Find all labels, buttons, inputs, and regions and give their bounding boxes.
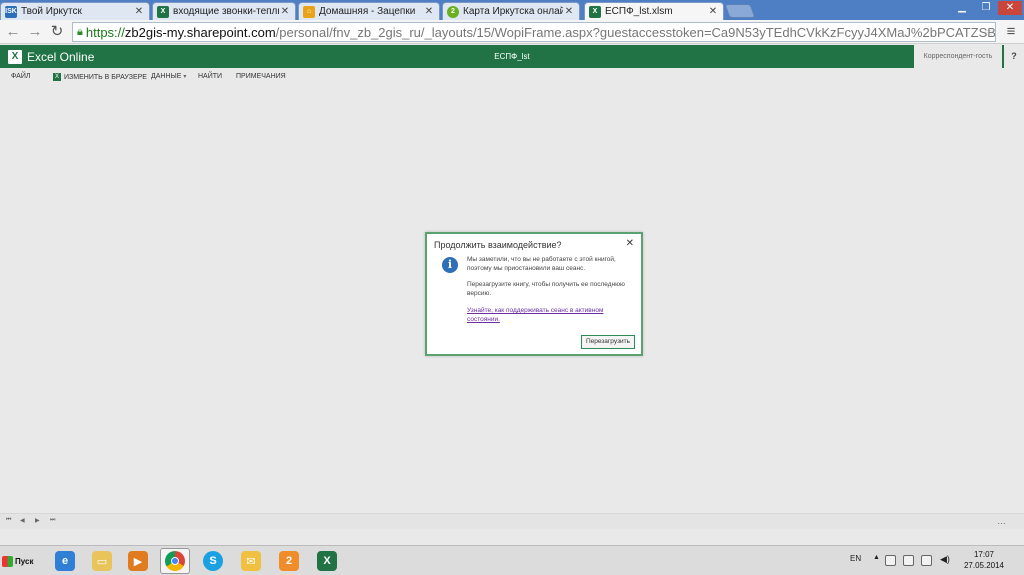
forward-arrow-icon[interactable]: →: [26, 23, 44, 41]
lock-icon: 🔒︎: [77, 25, 83, 38]
start-button[interactable]: Пуск: [2, 550, 42, 572]
window-close-icon[interactable]: ✕: [998, 1, 1022, 15]
tab-espf-xlsm[interactable]: X ЕСПФ_lst.xlsm ✕: [584, 2, 724, 20]
tab-close-icon[interactable]: ✕: [707, 6, 719, 17]
user-account[interactable]: Корреспондент-гость: [914, 45, 1002, 68]
taskbar-media-player[interactable]: ▶: [123, 548, 153, 574]
taskbar-outlook[interactable]: ✉: [236, 548, 266, 574]
menu-comments-label: ПРИМЕЧАНИЯ: [236, 73, 286, 80]
folder-icon: ▭: [92, 551, 112, 571]
dialog-title: Продолжить взаимодействие?: [434, 240, 562, 250]
tab-close-icon[interactable]: ✕: [279, 6, 291, 17]
minimize-icon[interactable]: ▁: [950, 1, 974, 15]
back-arrow-icon[interactable]: ←: [4, 23, 22, 41]
excel-icon: X: [317, 551, 337, 571]
tab-label: Карта Иркутска онлайн: у: [463, 6, 563, 17]
show-hidden-icons-icon[interactable]: ▲: [873, 554, 880, 561]
media-player-icon: ▶: [128, 551, 148, 571]
maximize-icon[interactable]: ❐: [974, 1, 998, 15]
internet-explorer-icon: e: [55, 551, 75, 571]
clock-time: 17:07: [973, 550, 995, 559]
system-clock[interactable]: 17:07 27.05.2014: [960, 549, 1008, 571]
menu-edit-in-browser[interactable]: X ИЗМЕНИТЬ В БРАУЗЕРЕ: [53, 73, 147, 81]
clock-date: 27.05.2014: [963, 561, 1005, 570]
browser-tab-strip: ISK Твой Иркутск ✕ X входящие звонки-теп…: [0, 0, 1024, 20]
dialog-message-paused: Мы заметили, что вы не работаете с этой …: [467, 256, 616, 272]
tab-favicon-icon: ISK: [5, 5, 17, 18]
taskbar-skype[interactable]: S: [198, 548, 228, 574]
new-tab-button[interactable]: [724, 4, 756, 18]
keep-session-active-link[interactable]: Узнайте, как поддерживать сеанс в активн…: [467, 307, 627, 324]
menu-edit-label: ИЗМЕНИТЬ В БРАУЗЕРЕ: [64, 73, 147, 81]
session-timeout-dialog: Продолжить взаимодействие? ✕ i Мы замети…: [425, 232, 643, 356]
2gis-favicon-icon: 2: [447, 5, 459, 18]
prev-sheet-icon[interactable]: ◀: [20, 517, 25, 524]
taskbar-2gis[interactable]: 2: [274, 548, 304, 574]
reload-icon[interactable]: ↻: [48, 23, 66, 41]
menu-find[interactable]: НАЙТИ: [198, 73, 222, 80]
tab-close-icon[interactable]: ✕: [563, 6, 575, 17]
dialog-close-icon[interactable]: ✕: [626, 238, 634, 249]
taskbar-ie[interactable]: e: [50, 548, 80, 574]
tab-label: Твой Иркутск: [21, 6, 82, 17]
reload-button[interactable]: Перезагрузить: [581, 335, 635, 349]
document-title: ЕСПФ_lst: [494, 52, 530, 61]
windows-taskbar: Пуск e ▭ ▶ S ✉ 2 X EN ▲ ◀) 17:07 27.05.2…: [0, 545, 1024, 575]
tab-close-icon[interactable]: ✕: [423, 6, 435, 17]
skype-icon: S: [203, 551, 223, 571]
tab-irkutsk-map[interactable]: 2 Карта Иркутска онлайн: у ✕: [442, 2, 580, 20]
bookmark-star-icon[interactable]: ☆: [980, 23, 998, 41]
language-indicator[interactable]: EN: [850, 554, 861, 563]
2gis-icon: 2: [279, 551, 299, 571]
tray-device-icon[interactable]: [921, 555, 932, 566]
tab-home-zacepki[interactable]: ⌂ Домашняя - Зацепки ✕: [298, 2, 440, 20]
taskbar-explorer[interactable]: ▭: [87, 548, 117, 574]
menu-data-label: ДАННЫЕ: [151, 73, 182, 80]
address-bar[interactable]: 🔒︎ https:// zb2gis-my.sharepoint.com /pe…: [72, 22, 996, 42]
first-sheet-icon[interactable]: ⏮: [6, 517, 11, 524]
tab-label: ЕСПФ_lst.xlsm: [605, 6, 673, 17]
info-icon: i: [442, 257, 458, 273]
tab-close-icon[interactable]: ✕: [133, 6, 145, 17]
tab-tvoy-irkutsk[interactable]: ISK Твой Иркутск ✕: [0, 2, 150, 20]
url-path: /personal/fnv_zb_2gis_ru/_layouts/15/Wop…: [275, 24, 996, 40]
more-options-icon[interactable]: …: [997, 516, 1006, 526]
tab-label: входящие звонки-теплые: [173, 6, 279, 17]
last-sheet-icon[interactable]: ⏭: [50, 517, 55, 524]
url-host: zb2gis-my.sharepoint.com: [124, 24, 276, 40]
excel-favicon-icon: X: [589, 5, 601, 18]
sheet-navigation-bar: ⏮ ◀ ▶ ⏭ …: [0, 513, 1024, 529]
browser-toolbar: ← → ↻ 🔒︎ https:// zb2gis-my.sharepoint.c…: [0, 20, 1024, 44]
menu-comments[interactable]: ПРИМЕЧАНИЯ: [236, 73, 286, 80]
dialog-message-reload: Перезагрузите книгу, чтобы получить ее п…: [467, 281, 625, 297]
volume-icon[interactable]: ◀): [940, 554, 950, 565]
url-scheme: https://: [85, 24, 125, 40]
windows-flag-icon: [2, 555, 13, 567]
excel-favicon-icon: X: [157, 5, 169, 18]
menu-file-label: ФАЙЛ: [11, 73, 31, 80]
home-favicon-icon: ⌂: [303, 5, 315, 18]
chrome-icon: [165, 551, 185, 571]
start-label: Пуск: [15, 556, 34, 566]
ribbon-menu: ФАЙЛ X ИЗМЕНИТЬ В БРАУЗЕРЕ ДАННЫЕ ▾ НАЙТ…: [0, 68, 1024, 86]
next-sheet-icon[interactable]: ▶: [35, 517, 40, 524]
excel-online-header: X Excel Online ЕСПФ_lst Корреспондент-го…: [0, 45, 1024, 68]
help-button[interactable]: ?: [1004, 45, 1024, 68]
chevron-down-icon: ▾: [183, 74, 187, 80]
taskbar-chrome[interactable]: [160, 548, 190, 574]
outlook-icon: ✉: [241, 551, 261, 571]
menu-file[interactable]: ФАЙЛ: [11, 73, 30, 80]
chrome-menu-icon[interactable]: ≡: [1002, 23, 1020, 41]
tray-network-icon[interactable]: [903, 555, 914, 566]
menu-data[interactable]: ДАННЫЕ ▾: [151, 73, 186, 80]
tab-incoming-calls[interactable]: X входящие звонки-теплые ✕: [152, 2, 296, 20]
tray-app-icon[interactable]: [885, 555, 896, 566]
menu-find-label: НАЙТИ: [198, 73, 223, 80]
excel-small-icon: X: [53, 73, 61, 81]
taskbar-excel[interactable]: X: [312, 548, 342, 574]
tab-label: Домашняя - Зацепки: [319, 6, 416, 17]
